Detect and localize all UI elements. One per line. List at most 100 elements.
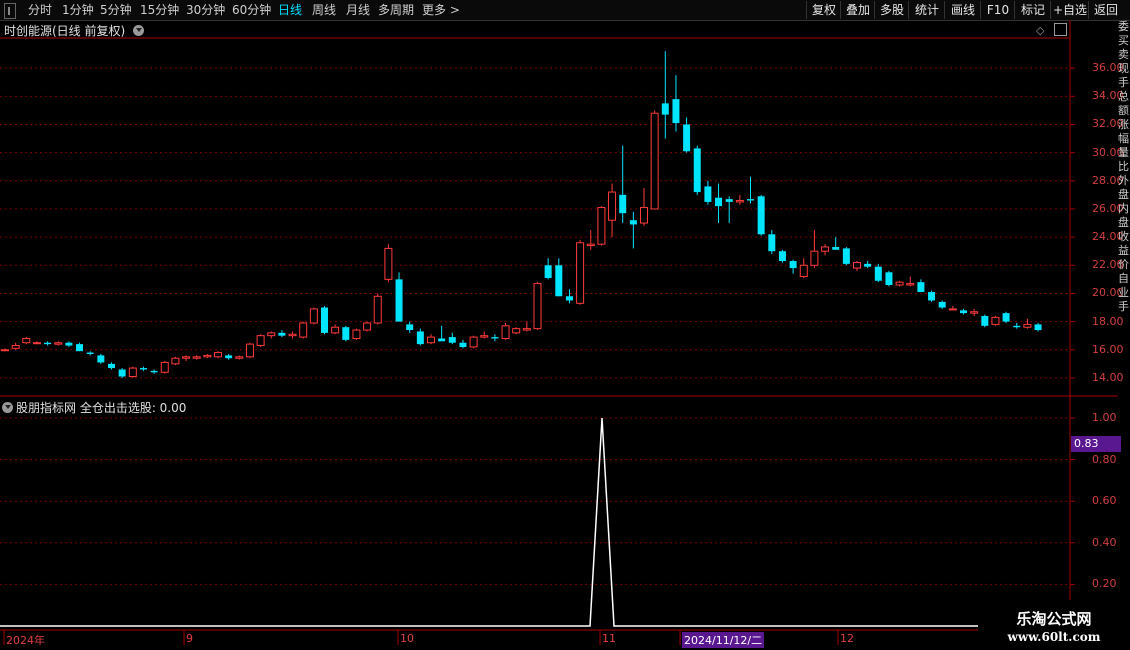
- candles: [1, 51, 1042, 378]
- toolbar-button-4[interactable]: 画线: [944, 1, 981, 19]
- candle-body-down: [981, 315, 989, 326]
- candle-body-up: [650, 112, 659, 210]
- candle-body-down: [1013, 325, 1021, 328]
- period-tab-9[interactable]: 多周期: [378, 2, 414, 18]
- period-tab-7[interactable]: 周线: [312, 2, 336, 18]
- watermark: 乐淘公式网 www.60lt.com: [978, 600, 1130, 650]
- candle-body-up: [235, 356, 244, 359]
- candle-body-up: [11, 345, 20, 349]
- candle-body-down: [747, 199, 754, 201]
- period-tab-4[interactable]: 30分钟: [186, 2, 225, 18]
- candle-body-down: [832, 246, 840, 250]
- signal-line: [0, 417, 980, 627]
- candle-body-down: [885, 272, 893, 285]
- candle-body-down: [395, 279, 403, 322]
- candle-body-down: [555, 265, 563, 297]
- candle-body-down: [565, 296, 573, 301]
- toolbar-button-2[interactable]: 多股: [874, 1, 909, 19]
- indicator-label: 0.20: [1092, 577, 1117, 591]
- date-label: 11: [602, 632, 616, 645]
- period-tab-8[interactable]: 月线: [346, 2, 370, 18]
- candle-body-down: [97, 355, 105, 363]
- indicator-title-text: 股朋指标网 全仓出击选股: 0.00: [16, 401, 187, 415]
- candle-body-down: [448, 337, 456, 343]
- candle-body-down: [938, 301, 946, 308]
- candle-body-up: [586, 243, 595, 247]
- diamond-icon[interactable]: ◇: [1036, 24, 1044, 37]
- indicator-label: 0.40: [1092, 535, 1117, 549]
- toolbar-button-5[interactable]: F10: [980, 1, 1015, 19]
- watermark-title: 乐淘公式网: [1016, 610, 1092, 628]
- toolbar-button-7[interactable]: +自选: [1050, 1, 1089, 19]
- crosshair-date-label: 2024/11/12/二: [682, 632, 765, 648]
- candle-body-up: [608, 191, 617, 221]
- candle-body-down: [438, 338, 446, 342]
- candle-body-down: [321, 307, 328, 333]
- candle-body-down: [225, 355, 233, 359]
- candle-body-up: [906, 283, 915, 286]
- candle-body-down: [874, 266, 882, 281]
- toolbar-button-0[interactable]: 复权: [806, 1, 841, 19]
- indicator-label: 0.60: [1092, 494, 1117, 508]
- candle-body-up: [1023, 323, 1032, 328]
- candle-body-down: [406, 324, 414, 331]
- candle-body-up: [853, 261, 861, 269]
- candle-body-up: [384, 247, 393, 280]
- indicator-title: 股朋指标网 全仓出击选股: 0.00: [2, 399, 186, 416]
- candle-body-up: [245, 343, 254, 358]
- candle-body-down: [778, 251, 786, 262]
- candle-body-up: [309, 308, 318, 324]
- candle-body-down: [917, 282, 925, 293]
- candle-body-down: [76, 344, 84, 352]
- date-label: 9: [186, 632, 193, 645]
- candle-body-up: [54, 342, 63, 345]
- candle-body-up: [640, 207, 648, 224]
- candle-body-up: [597, 207, 606, 245]
- candle-body-down: [86, 352, 94, 354]
- date-label: 10: [400, 632, 414, 645]
- period-tab-0[interactable]: 分时: [28, 2, 52, 18]
- candle-body-down: [693, 148, 701, 193]
- candle-body-up: [32, 342, 41, 345]
- panel-toggle-icon[interactable]: [4, 3, 16, 19]
- date-label: 12: [840, 632, 854, 645]
- candle-body-up: [895, 281, 904, 286]
- candle-body-up: [821, 246, 830, 252]
- toolbar-button-3[interactable]: 统计: [908, 1, 945, 19]
- candle-body-down: [768, 234, 776, 252]
- period-tab-3[interactable]: 15分钟: [140, 2, 179, 18]
- side-strip-text: 委买卖现手总额涨幅量比外盘内盘收益价自业手: [1118, 20, 1129, 313]
- candle-body-down: [44, 342, 52, 345]
- toolbar-button-6[interactable]: 标记: [1014, 1, 1051, 19]
- candle-body-down: [65, 342, 73, 346]
- indicator-dropdown-icon[interactable]: [2, 402, 13, 413]
- candle-body-up: [192, 356, 201, 359]
- candle-body-up: [991, 316, 1000, 325]
- dropdown-icon[interactable]: [133, 25, 145, 36]
- candle-body-up: [288, 333, 297, 337]
- window-icon[interactable]: [1054, 23, 1067, 36]
- period-tab-10[interactable]: 更多 >: [422, 2, 460, 18]
- period-tab-1[interactable]: 1分钟: [62, 2, 94, 18]
- period-tab-2[interactable]: 5分钟: [100, 2, 132, 18]
- candle-body-up: [214, 352, 222, 358]
- period-tab-6[interactable]: 日线: [278, 2, 302, 18]
- toolbar-button-1[interactable]: 叠加: [840, 1, 875, 19]
- candle-body-up: [522, 328, 531, 331]
- period-tab-5[interactable]: 60分钟: [232, 2, 271, 18]
- axes: [0, 20, 1118, 645]
- candle-body-up: [128, 367, 137, 378]
- toolbar-button-8[interactable]: 返回: [1088, 1, 1123, 19]
- candle-body-up: [182, 356, 191, 359]
- candle-body-up: [480, 335, 489, 338]
- candle-body-down: [416, 331, 424, 345]
- grid-lines: [0, 67, 1070, 585]
- indicator-label: 0.80: [1092, 452, 1117, 466]
- candle-body-down: [789, 261, 797, 269]
- candle-body-down: [672, 99, 680, 124]
- candle-body-down: [864, 263, 872, 267]
- candle-body-down: [629, 220, 637, 225]
- candle-body-down: [661, 103, 669, 115]
- candle-body-up: [810, 250, 819, 266]
- candle-body-up: [512, 328, 521, 334]
